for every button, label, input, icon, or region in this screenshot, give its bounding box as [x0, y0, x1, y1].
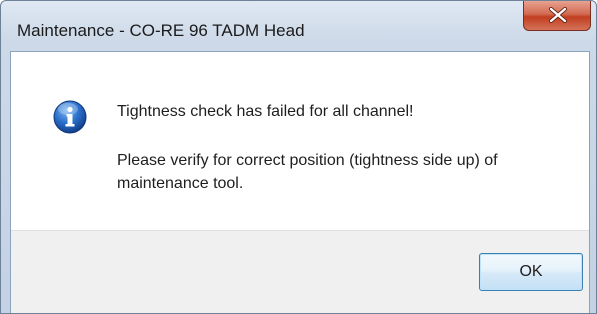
dialog-client-area: Tightness check has failed for all chann…	[10, 51, 590, 313]
title-bar[interactable]: Maintenance - CO-RE 96 TADM Head	[1, 1, 596, 51]
ok-button[interactable]: OK	[479, 253, 583, 291]
button-bar: OK	[11, 230, 589, 313]
message-secondary: Please verify for correct position (tigh…	[117, 152, 498, 192]
message-primary: Tightness check has failed for all chann…	[117, 103, 414, 120]
close-icon	[549, 7, 567, 23]
window-title: Maintenance - CO-RE 96 TADM Head	[17, 21, 305, 40]
close-button[interactable]	[523, 1, 591, 31]
message-area: Tightness check has failed for all chann…	[11, 52, 589, 230]
info-icon	[53, 100, 87, 134]
dialog-window: Maintenance - CO-RE 96 TADM Head Tightne…	[0, 0, 597, 314]
